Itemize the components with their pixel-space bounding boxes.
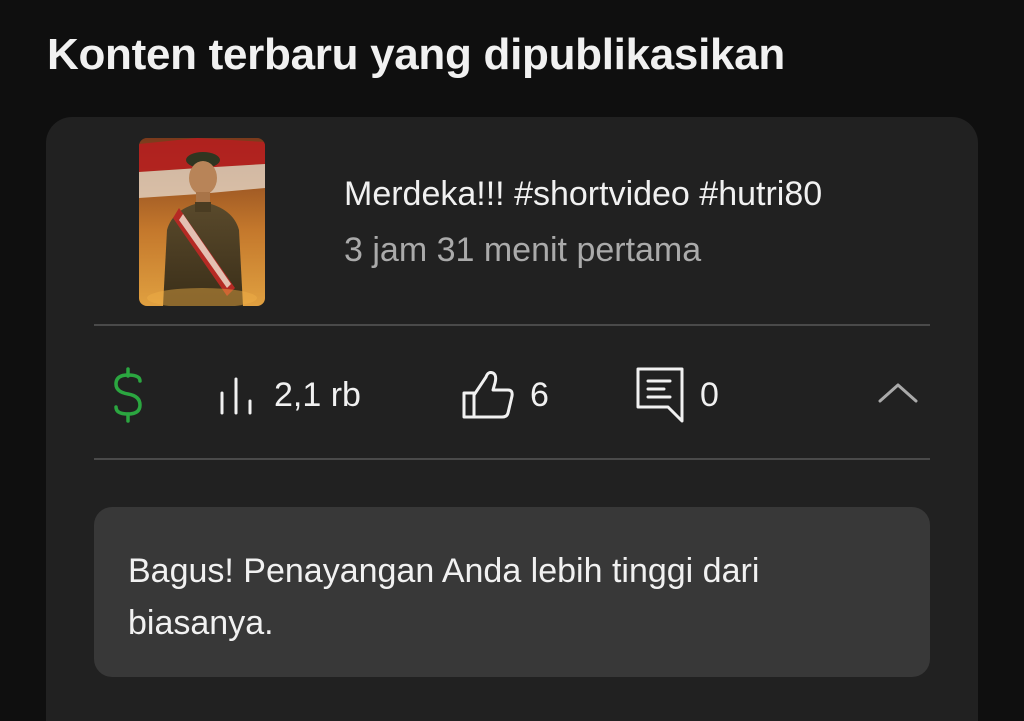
latest-content-card: Merdeka!!! #shortvideo #hutri80 3 jam 31… [46, 117, 978, 721]
video-title[interactable]: Merdeka!!! #shortvideo #hutri80 [344, 175, 822, 214]
monetization-status[interactable] [108, 359, 148, 431]
likes-count: 6 [530, 375, 549, 414]
thumbs-up-icon [460, 367, 516, 423]
video-thumbnail[interactable] [139, 138, 265, 306]
stats-row: 2,1 rb 6 0 [46, 359, 978, 431]
insight-message: Bagus! Penayangan Anda lebih tinggi dari… [94, 507, 930, 677]
collapse-button[interactable] [872, 369, 924, 421]
divider [94, 324, 930, 326]
views-count: 2,1 rb [274, 375, 361, 414]
dollar-icon [108, 367, 148, 423]
comment-icon [634, 365, 686, 425]
views-stat[interactable]: 2,1 rb [216, 359, 361, 431]
divider [94, 458, 930, 460]
comments-stat[interactable]: 0 [634, 359, 719, 431]
likes-stat[interactable]: 6 [460, 359, 549, 431]
section-title: Konten terbaru yang dipublikasikan [47, 30, 785, 79]
bar-chart-icon [216, 373, 260, 417]
soldier-portrait-thumbnail [139, 138, 265, 306]
comments-count: 0 [700, 375, 719, 414]
chevron-up-icon [876, 381, 920, 410]
insight-text: Bagus! Penayangan Anda lebih tinggi dari… [128, 552, 760, 642]
analytics-page: Konten terbaru yang dipublikasikan Merde… [0, 0, 1024, 721]
video-meta: 3 jam 31 menit pertama [344, 231, 702, 269]
